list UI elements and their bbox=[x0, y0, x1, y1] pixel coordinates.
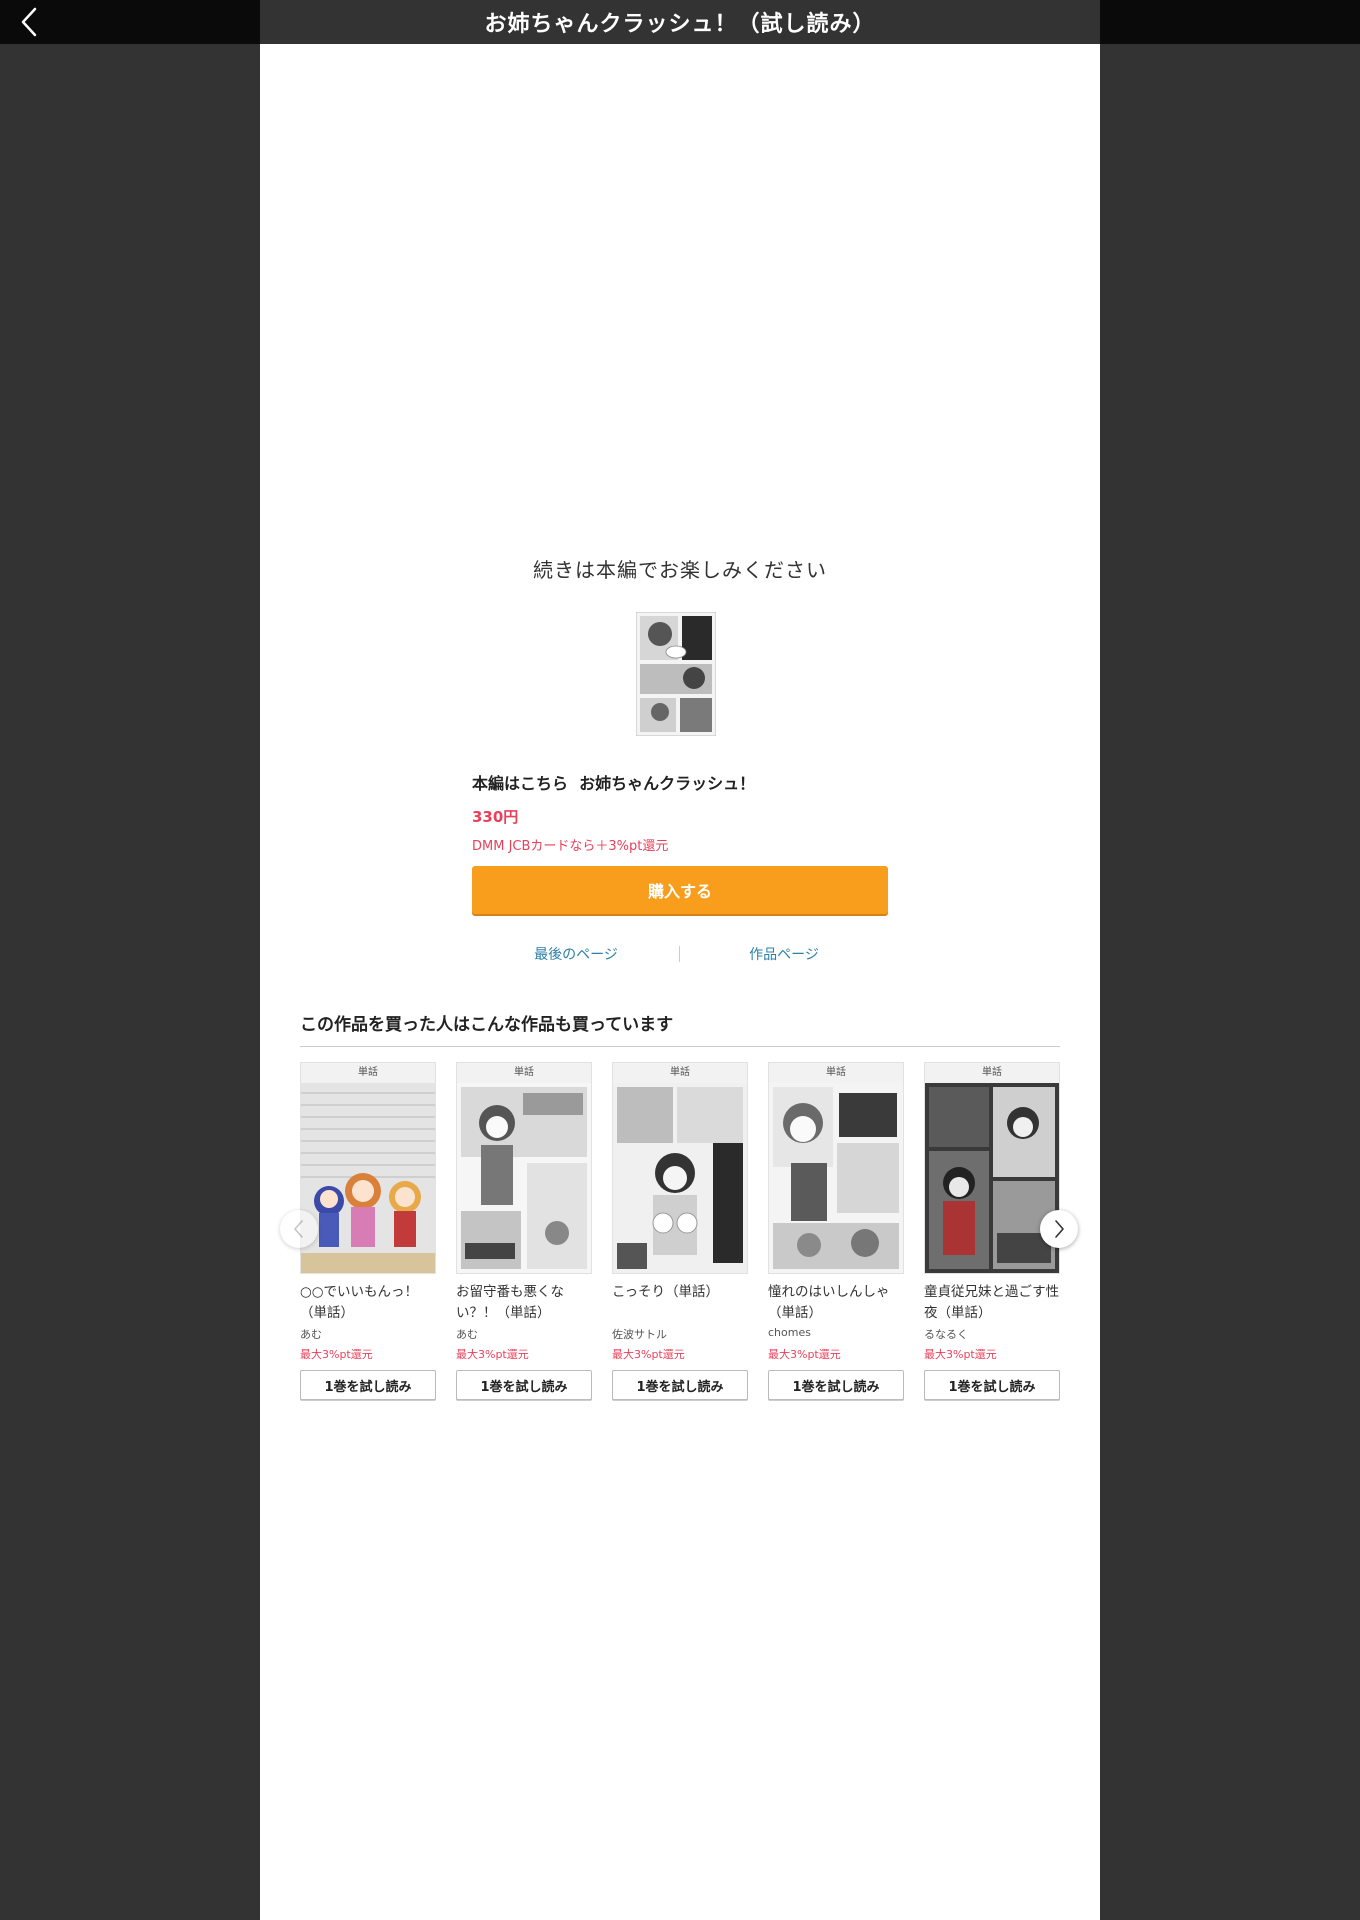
recommend-carousel: 単話 ○○でいいもんっ！（単話） あむ 最大3%pt還元 1巻を試し読み 単話 … bbox=[300, 1062, 1060, 1452]
item-title[interactable]: こっそり（単話） bbox=[612, 1282, 748, 1324]
item-badge: 単話 bbox=[925, 1063, 1059, 1083]
item-title[interactable]: ○○でいいもんっ！（単話） bbox=[300, 1282, 436, 1324]
item-point: 最大3%pt還元 bbox=[768, 1348, 841, 1361]
item-author[interactable]: chomes bbox=[768, 1326, 904, 1344]
item-badge: 単話 bbox=[457, 1063, 591, 1083]
product-price: 330円 bbox=[472, 808, 519, 826]
product-cover-image[interactable] bbox=[636, 612, 716, 736]
trial-read-button[interactable]: 1巻を試し読み bbox=[612, 1370, 748, 1400]
item-thumbnail[interactable]: 単話 bbox=[924, 1062, 1060, 1274]
recommend-section-title: この作品を買った人はこんな作品も買っています bbox=[300, 1015, 674, 1035]
item-thumbnail[interactable]: 単話 bbox=[456, 1062, 592, 1274]
buy-button[interactable]: 購入する bbox=[472, 866, 888, 914]
recommend-item[interactable]: 単話 ○○でいいもんっ！（単話） あむ 最大3%pt還元 1巻を試し読み bbox=[300, 1062, 436, 1400]
item-cover-image bbox=[925, 1083, 1059, 1273]
recommend-item[interactable]: 単話 こっそり（単話） 佐波サトル 最大3%pt還元 1巻を試し読み bbox=[612, 1062, 748, 1400]
page-links: 最後のページ 作品ページ bbox=[472, 944, 888, 968]
item-author[interactable]: 佐波サトル bbox=[612, 1326, 748, 1344]
top-bar: お姉ちゃんクラッシュ！（試し読み） bbox=[0, 0, 1360, 44]
recommend-item[interactable]: 単話 お留守番も悪くない？！（単話） あむ 最大3%pt還元 1巻を試し読み bbox=[456, 1062, 592, 1400]
chevron-left-icon bbox=[294, 1220, 303, 1238]
carousel-prev-button[interactable] bbox=[280, 1210, 318, 1248]
card-point-note: DMM JCBカードなら＋3%pt還元 bbox=[472, 839, 669, 854]
back-button[interactable] bbox=[12, 6, 46, 38]
item-point: 最大3%pt還元 bbox=[612, 1348, 685, 1361]
item-author[interactable]: あむ bbox=[300, 1326, 436, 1344]
honpen-heading: 本編はこちら お姉ちゃんクラッシュ！ bbox=[472, 770, 755, 794]
continue-message: 続きは本編でお楽しみください bbox=[533, 558, 827, 582]
trial-read-button[interactable]: 1巻を試し読み bbox=[456, 1370, 592, 1400]
item-cover-image bbox=[457, 1083, 591, 1273]
product-title-link[interactable]: お姉ちゃんクラッシュ！ bbox=[579, 774, 755, 793]
item-thumbnail[interactable]: 単話 bbox=[612, 1062, 748, 1274]
trial-read-button[interactable]: 1巻を試し読み bbox=[924, 1370, 1060, 1400]
chevron-right-icon bbox=[1055, 1220, 1064, 1238]
item-badge: 単話 bbox=[301, 1063, 435, 1083]
item-author[interactable]: るなるく bbox=[924, 1326, 1060, 1344]
honpen-label: 本編はこちら bbox=[472, 774, 569, 793]
section-divider bbox=[300, 1046, 1060, 1047]
item-cover-image bbox=[613, 1083, 747, 1273]
item-cover-image bbox=[301, 1083, 435, 1273]
item-thumbnail[interactable]: 単話 bbox=[300, 1062, 436, 1274]
carousel-next-button[interactable] bbox=[1040, 1210, 1078, 1248]
item-title[interactable]: 憧れのはいしんしゃ（単話） bbox=[768, 1282, 904, 1324]
title-band: お姉ちゃんクラッシュ！（試し読み） bbox=[260, 0, 1100, 44]
last-page-link[interactable]: 最後のページ bbox=[472, 944, 680, 964]
trial-read-button[interactable]: 1巻を試し読み bbox=[300, 1370, 436, 1400]
item-badge: 単話 bbox=[769, 1063, 903, 1083]
item-author[interactable]: あむ bbox=[456, 1326, 592, 1344]
work-page-link[interactable]: 作品ページ bbox=[680, 944, 888, 964]
item-title[interactable]: 童貞従兄妹と過ごす性夜（単話） bbox=[924, 1282, 1060, 1324]
item-cover-image bbox=[769, 1083, 903, 1273]
page-title: お姉ちゃんクラッシュ！（試し読み） bbox=[484, 12, 876, 37]
recommend-item[interactable]: 単話 憧れのはいしんしゃ（単話） chomes 最大3%pt還元 1巻を試し読み bbox=[768, 1062, 904, 1400]
item-point: 最大3%pt還元 bbox=[300, 1348, 373, 1361]
viewer-page: 続きは本編でお楽しみください 本編はこちら お姉ちゃんクラッシュ！ 330円 D… bbox=[260, 44, 1100, 1920]
item-thumbnail[interactable]: 単話 bbox=[768, 1062, 904, 1274]
trial-read-button[interactable]: 1巻を試し読み bbox=[768, 1370, 904, 1400]
chevron-left-icon bbox=[21, 7, 37, 37]
item-title[interactable]: お留守番も悪くない？！（単話） bbox=[456, 1282, 592, 1324]
item-point: 最大3%pt還元 bbox=[924, 1348, 997, 1361]
item-point: 最大3%pt還元 bbox=[456, 1348, 529, 1361]
item-badge: 単話 bbox=[613, 1063, 747, 1083]
